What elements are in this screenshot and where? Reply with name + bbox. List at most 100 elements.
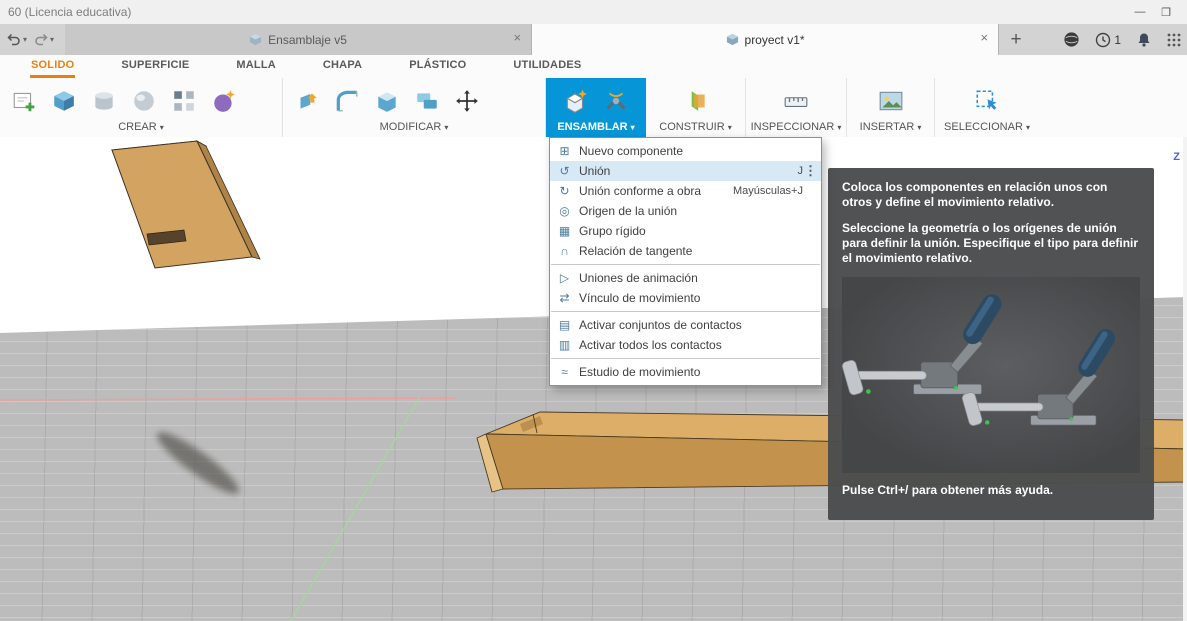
sphere-icon[interactable] <box>128 84 160 118</box>
pattern-icon[interactable] <box>168 84 200 118</box>
viewport-right-edge <box>1183 137 1187 621</box>
create-sketch-icon[interactable] <box>8 84 40 118</box>
menu-item-union-conforme-a-obra[interactable]: ↻ Unión conforme a obra Mayúsculas+J <box>550 181 821 201</box>
menu-item-label: Unión conforme a obra <box>579 184 702 198</box>
ribbon-tab-plastico[interactable]: PLÁSTICO <box>408 59 467 78</box>
chevron-down-icon: ▾ <box>159 123 164 132</box>
menu-item-label: Activar conjuntos de contactos <box>579 318 742 332</box>
menu-item-activar-todos-los-contactos[interactable]: ▥ Activar todos los contactos <box>550 335 821 355</box>
box-icon[interactable] <box>48 84 80 118</box>
tooltip-summary: Coloca los componentes en relación unos … <box>842 180 1108 210</box>
fillet-icon[interactable] <box>331 84 363 118</box>
shell-icon[interactable] <box>371 84 403 118</box>
ensamblar-dropdown-menu: ⊞ Nuevo componente ↺ Unión J ⋮ ↻ Unión c… <box>549 137 822 386</box>
group-label-ensamblar[interactable]: ENSAMBLAR ▾ <box>546 121 646 137</box>
cylinder-icon[interactable] <box>88 84 120 118</box>
select-icon[interactable] <box>971 84 1003 118</box>
menu-item-shortcut: Mayúsculas+J <box>732 185 803 197</box>
redo-caret-icon[interactable]: ▾ <box>50 35 54 44</box>
motion-link-icon: ⇄ <box>559 291 570 305</box>
nav-history-controls: ▾ ▾ <box>0 24 65 55</box>
close-tab-icon[interactable]: × <box>980 31 988 44</box>
chevron-down-icon: ▾ <box>837 123 842 132</box>
menu-item-vinculo-de-movimiento[interactable]: ⇄ Vínculo de movimiento <box>550 288 821 308</box>
chevron-down-icon: ▾ <box>630 123 635 132</box>
undo-caret-icon[interactable]: ▾ <box>23 35 27 44</box>
new-tab-button[interactable]: + <box>999 24 1033 55</box>
menu-item-shortcut: J <box>797 165 804 177</box>
motion-study-icon: ≈ <box>561 365 568 379</box>
menu-item-label: Activar todos los contactos <box>579 338 722 352</box>
move-copy-icon[interactable] <box>451 84 483 118</box>
ribbon-tab-superficie[interactable]: SUPERFICIE <box>120 59 190 78</box>
group-label-inspeccionar[interactable]: INSPECCIONAR ▾ <box>746 121 846 137</box>
minimize-button[interactable]: — <box>1127 6 1153 18</box>
menu-item-relacion-de-tangente[interactable]: ∩ Relación de tangente <box>550 241 821 261</box>
menu-item-nuevo-componente[interactable]: ⊞ Nuevo componente <box>550 141 821 161</box>
insert-image-icon[interactable] <box>875 84 907 118</box>
group-label-seleccionar[interactable]: SELECCIONAR ▾ <box>935 121 1039 137</box>
apps-grid-icon[interactable] <box>1167 33 1181 47</box>
construction-plane-icon[interactable] <box>680 84 712 118</box>
ribbon-tab-solido[interactable]: SOLIDO <box>30 59 76 78</box>
ribbon-toolbar: CREAR ▾ MODIFICAR ▾ ENSAMBLAR ▾ CONSTRUI… <box>0 78 1187 138</box>
toolbar-group-crear: CREAR ▾ <box>0 78 283 137</box>
menu-item-uniones-de-animacion[interactable]: ▷ Uniones de animación <box>550 268 821 288</box>
toolbar-group-inspeccionar: INSPECCIONAR ▾ <box>746 78 847 137</box>
extensions-icon[interactable] <box>1063 31 1080 48</box>
as-built-joint-icon: ↻ <box>559 184 570 198</box>
press-pull-icon[interactable] <box>291 84 323 118</box>
more-options-icon[interactable]: ⋮ <box>804 163 817 179</box>
menu-separator <box>551 358 820 359</box>
undo-icon[interactable] <box>6 32 22 48</box>
measure-icon[interactable] <box>780 84 812 118</box>
redo-icon[interactable] <box>33 32 49 48</box>
group-label-construir[interactable]: CONSTRUIR ▾ <box>646 121 745 137</box>
group-label-crear[interactable]: CREAR ▾ <box>0 121 282 137</box>
menu-item-grupo-rigido[interactable]: ▦ Grupo rígido <box>550 221 821 241</box>
menu-item-label: Nuevo componente <box>579 144 684 158</box>
menu-item-origen-de-la-union[interactable]: ◎ Origen de la unión <box>550 201 821 221</box>
document-tab-proyect[interactable]: proyect v1* × <box>532 24 1000 55</box>
menu-item-label: Origen de la unión <box>579 204 678 218</box>
chevron-down-icon: ▾ <box>444 123 449 132</box>
group-label-insertar[interactable]: INSERTAR ▾ <box>847 121 934 137</box>
document-tab-label: proyect v1* <box>744 32 805 47</box>
group-label-modificar[interactable]: MODIFICAR ▾ <box>283 121 545 137</box>
menu-item-label: Unión <box>579 164 611 178</box>
menu-item-union[interactable]: ↺ Unión J ⋮ <box>550 161 821 181</box>
menu-item-label: Estudio de movimiento <box>579 365 701 379</box>
new-component-icon[interactable] <box>560 84 592 118</box>
job-status-icon[interactable]: 1 <box>1095 32 1121 48</box>
chevron-down-icon: ▾ <box>1025 123 1030 132</box>
all-contacts-icon: ▥ <box>558 338 571 352</box>
close-tab-icon[interactable]: × <box>513 31 521 44</box>
tab-bar-right-icons: 1 <box>1063 24 1187 55</box>
joint-icon: ↺ <box>559 164 570 178</box>
combine-icon[interactable] <box>411 84 443 118</box>
tooltip-description: Seleccione la geometría o los orígenes d… <box>842 220 1139 266</box>
menu-item-label: Grupo rígido <box>579 224 646 238</box>
menu-item-activar-conjuntos-de-contactos[interactable]: ▤ Activar conjuntos de contactos <box>550 315 821 335</box>
ribbon-tab-malla[interactable]: MALLA <box>235 59 277 78</box>
document-tab-ensamblaje[interactable]: Ensamblaje v5 × <box>65 24 533 55</box>
toolbar-group-insertar: INSERTAR ▾ <box>847 78 935 137</box>
joint-preview-image <box>842 276 1140 473</box>
board-shadow <box>157 432 239 494</box>
ribbon-tab-chapa[interactable]: CHAPA <box>322 59 363 78</box>
toolbar-group-construir: CONSTRUIR ▾ <box>646 78 746 137</box>
notifications-bell-icon[interactable] <box>1136 32 1152 48</box>
toolbar-group-ensamblar[interactable]: ENSAMBLAR ▾ <box>546 78 646 137</box>
menu-item-estudio-de-movimiento[interactable]: ≈ Estudio de movimiento <box>550 362 821 382</box>
vertical-board[interactable] <box>110 140 261 269</box>
menu-item-label: Relación de tangente <box>579 244 693 258</box>
form-icon[interactable] <box>208 84 240 118</box>
document-icon <box>249 33 262 46</box>
contact-sets-icon: ▤ <box>558 318 571 332</box>
maximize-button[interactable]: ❐ <box>1153 6 1179 19</box>
ribbon-tab-utilidades[interactable]: UTILIDADES <box>512 59 582 78</box>
ribbon-tab-bar: SOLIDO SUPERFICIE MALLA CHAPA PLÁSTICO U… <box>0 55 1187 78</box>
joint-icon[interactable] <box>600 84 632 118</box>
z-axis-indicator: Z <box>1173 151 1180 163</box>
fusion-window: 60 (Licencia educativa) — ❐ ▾ ▾ Ensambla… <box>0 0 1187 621</box>
